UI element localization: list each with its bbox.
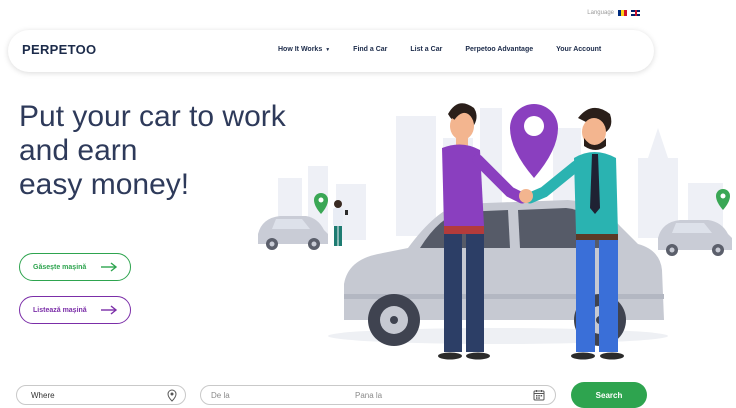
hero-line-1: Put your car to work [19, 100, 286, 133]
uk-flag-icon[interactable] [631, 10, 640, 16]
nav-your-account[interactable]: Your Account [556, 46, 601, 53]
nav-list-a-car-label: List a Car [410, 46, 443, 53]
nav-how-it-works[interactable]: How It Works ▼ [278, 46, 330, 53]
search-button[interactable]: Search [571, 382, 647, 408]
hero-line-2: and earn [19, 134, 138, 167]
page: Language PERPETOO How It Works ▼ Find a … [0, 0, 736, 408]
main-nav: How It Works ▼ Find a Car List a Car Per… [278, 46, 624, 53]
where-input[interactable]: Where [16, 385, 186, 405]
chevron-down-icon: ▼ [325, 46, 331, 53]
list-car-button-label: Listează mașină [33, 306, 87, 314]
where-placeholder: Where [31, 390, 55, 400]
nav-perpetoo-advantage[interactable]: Perpetoo Advantage [465, 46, 533, 53]
nav-your-account-label: Your Account [556, 46, 602, 53]
search-button-label: Search [595, 390, 623, 400]
to-date-placeholder[interactable]: Pana la [355, 391, 382, 400]
date-range-input[interactable]: De la Pana la [200, 385, 556, 405]
language-selector: Language [587, 10, 640, 16]
arrow-right-icon [101, 305, 118, 315]
from-date-placeholder[interactable]: De la [211, 391, 230, 400]
hero-title: Put your car to work and earn easy money… [19, 100, 286, 202]
logo[interactable]: PERPETOO [22, 42, 96, 57]
hero-illustration [258, 103, 732, 360]
header-bar: PERPETOO How It Works ▼ Find a Car List … [8, 30, 654, 72]
logo-text: PERPETOO [22, 42, 97, 57]
nav-list-a-car[interactable]: List a Car [410, 46, 442, 53]
nav-find-a-car-label: Find a Car [353, 46, 388, 53]
search-bar: Where De la Pana la Search [14, 378, 654, 408]
nav-perpetoo-advantage-label: Perpetoo Advantage [465, 46, 534, 53]
ro-flag-icon[interactable] [618, 10, 627, 16]
language-label: Language [587, 10, 614, 16]
arrow-right-icon [101, 262, 118, 272]
small-car-right [658, 220, 732, 256]
map-pin-icon [167, 389, 177, 402]
nav-how-it-works-label: How It Works [278, 46, 323, 53]
find-car-button-label: Găsește mașină [33, 263, 87, 271]
find-car-button[interactable]: Găsește mașină [19, 253, 131, 281]
nav-find-a-car[interactable]: Find a Car [353, 46, 387, 53]
location-pin-icon [510, 104, 558, 178]
list-car-button[interactable]: Listează mașină [19, 296, 131, 324]
hero-line-3: easy money! [19, 168, 190, 201]
calendar-icon[interactable] [533, 389, 545, 401]
